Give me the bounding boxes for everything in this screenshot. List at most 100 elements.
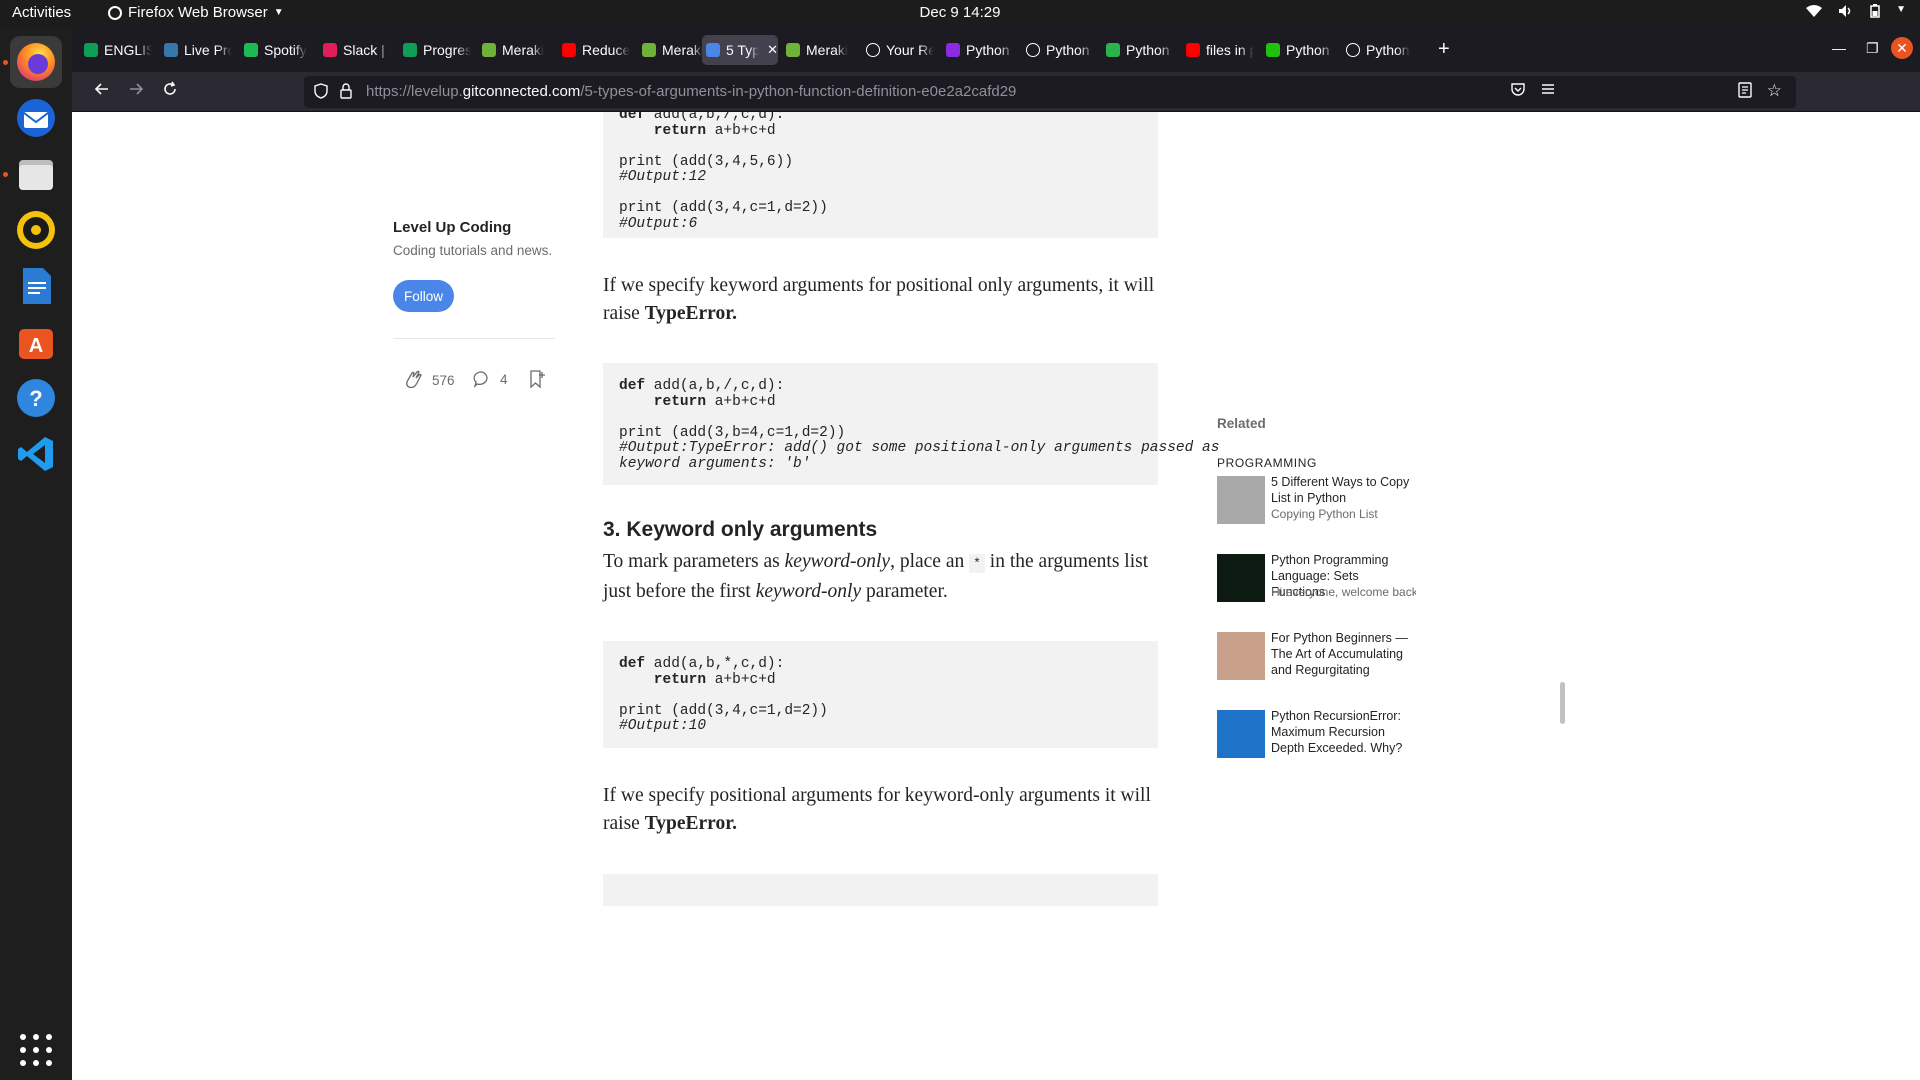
tab-11[interactable]: Your Rep [862, 35, 934, 65]
clap-button[interactable]: 576 [402, 369, 455, 391]
dock-software[interactable]: A [10, 316, 62, 368]
code-text: print (add(3,4,5,6)) [619, 153, 794, 170]
tab-7[interactable]: Reduce [558, 35, 630, 65]
publication-name[interactable]: Level Up Coding [393, 219, 511, 236]
tab-2[interactable]: Live Pro [160, 35, 232, 65]
lock-icon[interactable] [340, 83, 352, 103]
para-text: To mark parameters as [603, 551, 785, 572]
tab-10[interactable]: Meraki [782, 35, 854, 65]
app-menu[interactable]: Firefox Web Browser ▼ [108, 4, 284, 21]
tab-14[interactable]: Python f [1102, 35, 1174, 65]
url-domain: gitconnected.com [462, 83, 581, 100]
back-button[interactable] [94, 81, 110, 102]
hamburger-menu-icon[interactable] [1540, 81, 1556, 102]
dock-firefox[interactable] [10, 36, 62, 88]
tab-label: ENGLISH [104, 42, 152, 58]
system-top-bar: Activities Firefox Web Browser ▼ Dec 9 1… [0, 0, 1920, 26]
article-thumbnail[interactable] [1217, 632, 1265, 680]
save-button[interactable] [528, 369, 546, 394]
bookmark-star-icon[interactable]: ☆ [1767, 81, 1782, 101]
reload-icon [164, 81, 176, 95]
tab-label: Meraki [662, 42, 705, 58]
related-article[interactable]: Python RecursionError: Maximum Recursion… [1217, 708, 1437, 770]
response-count: 4 [500, 371, 508, 387]
running-indicator [3, 60, 8, 65]
tab-17[interactable]: Python [1342, 35, 1414, 65]
browser-tab-strip: ENGLISH Live Pro Spotify Slack | I Progress M… [72, 26, 1920, 72]
follow-button[interactable]: Follow [393, 280, 454, 312]
scrollbar-thumb[interactable] [1560, 682, 1565, 724]
related-article-title[interactable]: 5 Different Ways to Copy List in Python [1271, 474, 1416, 506]
tracking-protection-icon[interactable] [314, 83, 328, 103]
tab-16[interactable]: Python f [1262, 35, 1334, 65]
code-line: def add(a,b,/,c,d): [619, 378, 1142, 395]
ubuntu-software-icon: A [19, 329, 53, 359]
maximize-button[interactable]: ❐ [1866, 40, 1879, 57]
dock-help[interactable]: ? [10, 372, 62, 424]
bookmark-add-icon [530, 370, 545, 389]
new-tab-button[interactable]: + [1438, 38, 1450, 61]
url-path: /5-types-of-arguments-in-python-function… [580, 83, 1017, 100]
forward-button[interactable] [128, 81, 144, 102]
youtube-icon [562, 43, 576, 57]
pocket-icon[interactable] [1510, 81, 1526, 102]
running-indicator [3, 172, 8, 177]
tab-9[interactable]: 5 Types ✕ [702, 35, 778, 65]
code-block: def add(a,b,*,c,d): return a+b+c+d print … [603, 641, 1158, 748]
close-window-button[interactable]: ✕ [1891, 37, 1913, 59]
system-tray[interactable]: ▼ [1806, 4, 1906, 21]
dock-rhythmbox[interactable] [10, 204, 62, 256]
reader-view-icon[interactable] [1738, 82, 1752, 102]
related-tag[interactable]: PROGRAMMING [1217, 456, 1317, 470]
dock-vscode[interactable] [10, 428, 62, 480]
related-article[interactable]: 5 Different Ways to Copy List in Python C… [1217, 474, 1437, 536]
related-article[interactable]: For Python Beginners — The Art of Accumu… [1217, 630, 1437, 692]
tab-label: 5 Types [726, 42, 760, 58]
article-thumbnail[interactable] [1217, 710, 1265, 758]
meraki-icon [482, 43, 496, 57]
url-prefix: https://levelup. [366, 83, 463, 100]
close-tab-icon[interactable]: ✕ [767, 42, 778, 58]
code-keyword: return [619, 122, 707, 139]
related-article[interactable]: Python Programming Language: Sets Functi… [1217, 553, 1437, 614]
code-line: print (add(3,4,c=1,d=2)) [619, 200, 1142, 217]
sheets-icon [84, 43, 98, 57]
tab-label: Python f [1126, 42, 1174, 58]
article-thumbnail[interactable] [1217, 476, 1265, 524]
article-thumbnail[interactable] [1217, 554, 1265, 602]
dock-thunderbird[interactable] [10, 92, 62, 144]
responses-button[interactable]: 4 [472, 369, 508, 389]
tab-6[interactable]: Meraki [478, 35, 550, 65]
clock[interactable]: Dec 9 14:29 [920, 4, 1001, 21]
browser-nav-bar: https://levelup.gitconnected.com/5-types… [72, 72, 1920, 112]
tab-15[interactable]: files in p [1182, 35, 1254, 65]
tab-13[interactable]: Python f [1022, 35, 1094, 65]
dock-files[interactable] [10, 148, 62, 200]
divider [393, 338, 555, 339]
related-article-title[interactable]: Python RecursionError: Maximum Recursion… [1271, 708, 1416, 756]
code-line: def add(a,b,*,c,d): [619, 656, 1142, 673]
wifi-icon [1806, 4, 1823, 21]
dock-writer[interactable] [10, 260, 62, 312]
tab-8[interactable]: Meraki [638, 35, 710, 65]
activities-button[interactable]: Activities [12, 4, 71, 21]
reload-button[interactable] [162, 81, 178, 102]
code-comment: #Output:12 [619, 169, 707, 185]
web-page: Level Up Coding Coding tutorials and new… [72, 112, 1920, 1080]
show-applications-icon[interactable] [20, 1034, 52, 1066]
url-text[interactable]: https://levelup.gitconnected.com/5-types… [366, 83, 1016, 100]
tab-3[interactable]: Spotify [240, 35, 312, 65]
tab-12[interactable]: Python f [942, 35, 1014, 65]
related-article-title[interactable]: For Python Beginners — The Art of Accumu… [1271, 630, 1416, 678]
tab-4[interactable]: Slack | I [319, 35, 391, 65]
tab-5[interactable]: Progress [399, 35, 471, 65]
url-bar[interactable]: https://levelup.gitconnected.com/5-types… [304, 76, 1796, 108]
app-menu-label: Firefox Web Browser [128, 4, 268, 21]
code-block: def add(a,b,/,c,d): return a+b+c+d print … [603, 112, 1158, 238]
tab-1[interactable]: ENGLISH [80, 35, 152, 65]
minimize-button[interactable]: — [1832, 40, 1846, 56]
sheets-icon [403, 43, 417, 57]
related-article-subtitle: Copying Python List [1271, 507, 1378, 521]
